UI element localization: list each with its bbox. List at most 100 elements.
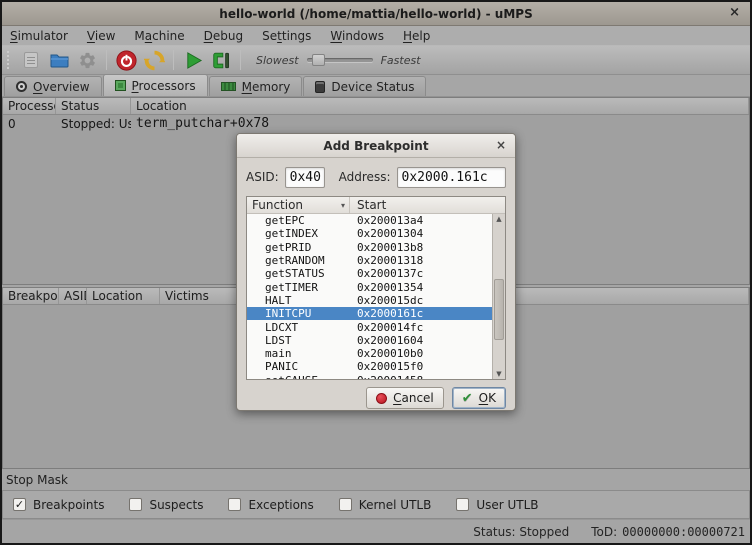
checkbox-label: User UTLB xyxy=(476,498,538,512)
dialog-title-bar[interactable]: Add Breakpoint × xyxy=(237,134,515,158)
tab-memory[interactable]: Memory xyxy=(209,76,303,96)
col-status[interactable]: Status xyxy=(56,98,131,114)
col-processor[interactable]: Processor xyxy=(3,98,56,114)
menu-view[interactable]: View xyxy=(87,29,115,43)
function-list-row[interactable]: main0x200010b0 xyxy=(247,347,492,360)
cancel-button[interactable]: Cancel xyxy=(366,387,444,409)
processors-chip-icon xyxy=(115,80,126,91)
scroll-up-icon[interactable]: ▲ xyxy=(496,214,501,224)
col-bp-location[interactable]: Location xyxy=(87,288,160,304)
processor-row[interactable]: 0 Stopped: User term_putchar+0x78 xyxy=(3,115,749,132)
function-column-header[interactable]: Function ▾ xyxy=(247,197,350,213)
function-list-row[interactable]: getSTATUS0x2000137c xyxy=(247,267,492,280)
function-start-address: 0x200015f0 xyxy=(350,360,423,373)
speed-slider[interactable] xyxy=(307,53,373,67)
tab-overview[interactable]: Overview xyxy=(4,76,102,96)
function-start-address: 0x200014fc xyxy=(350,321,423,334)
checkbox-kernel-utlb[interactable]: Kernel UTLB xyxy=(339,498,432,512)
play-icon xyxy=(184,51,203,70)
function-list-row[interactable]: INITCPU0x2000161c xyxy=(247,307,492,320)
function-list-row[interactable]: HALT0x200015dc xyxy=(247,294,492,307)
tab-device-status[interactable]: Device Status xyxy=(303,76,426,96)
function-list-row[interactable]: LDST0x20001604 xyxy=(247,334,492,347)
scroll-down-icon[interactable]: ▼ xyxy=(496,369,501,379)
umps-main-window: hello-world (/home/mattia/hello-world) -… xyxy=(0,0,752,545)
checkbox-box xyxy=(456,498,469,511)
function-list-row[interactable]: getPRID0x200013b8 xyxy=(247,241,492,254)
add-breakpoint-dialog: Add Breakpoint × ASID: 0x40 Address: 0x2… xyxy=(236,133,516,411)
sort-arrow-icon: ▾ xyxy=(341,201,345,210)
processors-table-header: Processor Status Location xyxy=(3,98,749,115)
col-breakpoint[interactable]: Breakpoint xyxy=(3,288,59,304)
function-start-address: 0x200015dc xyxy=(350,294,423,307)
function-name: HALT xyxy=(247,294,350,307)
checkbox-box xyxy=(339,498,352,511)
scrollbar-track[interactable] xyxy=(493,224,505,369)
tab-overview-label: Overview xyxy=(33,80,90,94)
checkbox-label: Breakpoints xyxy=(33,498,104,512)
window-close-icon[interactable]: × xyxy=(729,5,740,20)
dialog-close-icon[interactable]: × xyxy=(496,138,506,152)
function-list-row[interactable]: getRANDOM0x20001318 xyxy=(247,254,492,267)
function-list-row[interactable]: setCAUSE0x20001458 xyxy=(247,374,492,379)
menu-settings[interactable]: Settings xyxy=(262,29,311,43)
menu-debug[interactable]: Debug xyxy=(204,29,243,43)
power-button[interactable] xyxy=(114,48,138,72)
checkbox-suspects[interactable]: Suspects xyxy=(129,498,203,512)
toolbar-separator xyxy=(173,50,174,70)
reset-button[interactable] xyxy=(142,48,166,72)
checkbox-breakpoints[interactable]: ✓ Breakpoints xyxy=(13,498,104,512)
function-start-address: 0x200013a4 xyxy=(350,214,423,227)
function-list-scrollbar[interactable]: ▲ ▼ xyxy=(492,214,505,379)
function-list-row[interactable]: getEPC0x200013a4 xyxy=(247,214,492,227)
open-config-button[interactable] xyxy=(47,48,71,72)
checkbox-exceptions[interactable]: Exceptions xyxy=(228,498,313,512)
scrollbar-thumb[interactable] xyxy=(494,279,504,340)
folder-icon xyxy=(50,52,69,68)
slider-handle[interactable] xyxy=(312,54,325,66)
tab-memory-label: Memory xyxy=(242,80,291,94)
col-location[interactable]: Location xyxy=(131,98,749,114)
dialog-buttons: Cancel ✔ OK xyxy=(246,387,506,409)
col-asid[interactable]: ASID xyxy=(59,288,87,304)
processor-id: 0 xyxy=(3,117,56,131)
checkbox-box: ✓ xyxy=(13,498,26,511)
step-button[interactable] xyxy=(209,48,233,72)
document-icon xyxy=(24,52,38,68)
new-config-button[interactable] xyxy=(19,48,43,72)
function-name: getSTATUS xyxy=(247,267,350,280)
toolbar-drag-handle[interactable] xyxy=(6,50,11,70)
processor-location: term_putchar+0x78 xyxy=(131,116,749,131)
menu-simulator[interactable]: Simulator xyxy=(10,29,68,43)
function-start-address: 0x200010b0 xyxy=(350,347,423,360)
ok-label: OK xyxy=(479,391,496,405)
function-list-row[interactable]: getTIMER0x20001354 xyxy=(247,280,492,293)
function-name: getTIMER xyxy=(247,281,350,294)
continue-button[interactable] xyxy=(181,48,205,72)
start-column-header[interactable]: Start xyxy=(350,198,386,212)
function-list-row[interactable]: getINDEX0x20001304 xyxy=(247,227,492,240)
tab-processors[interactable]: Processors xyxy=(103,74,208,96)
function-list-body: getEPC0x200013a4getINDEX0x20001304getPRI… xyxy=(247,214,505,379)
toolbar-separator xyxy=(106,50,107,70)
reset-icon xyxy=(144,50,165,71)
function-list-row[interactable]: PANIC0x200015f0 xyxy=(247,360,492,373)
title-bar[interactable]: hello-world (/home/mattia/hello-world) -… xyxy=(2,2,750,26)
device-status-icon xyxy=(315,81,325,93)
edit-config-button[interactable] xyxy=(75,48,99,72)
asid-input[interactable]: 0x40 xyxy=(285,167,325,188)
function-start-address: 0x20001304 xyxy=(350,227,423,240)
asid-label: ASID: xyxy=(246,170,279,184)
menu-help[interactable]: Help xyxy=(403,29,430,43)
stop-mask-options: ✓ Breakpoints Suspects Exceptions Kernel UTL… xyxy=(2,490,750,519)
menu-windows[interactable]: Windows xyxy=(330,29,384,43)
address-input[interactable]: 0x2000.161c xyxy=(397,167,507,188)
function-name: getINDEX xyxy=(247,227,350,240)
cancel-label: Cancel xyxy=(393,391,434,405)
ok-button[interactable]: ✔ OK xyxy=(452,387,506,409)
function-list-row[interactable]: LDCXT0x200014fc xyxy=(247,320,492,333)
function-start-address: 0x20001458 xyxy=(350,374,423,379)
checkbox-user-utlb[interactable]: User UTLB xyxy=(456,498,538,512)
power-icon xyxy=(116,50,137,71)
menu-machine[interactable]: Machine xyxy=(134,29,184,43)
